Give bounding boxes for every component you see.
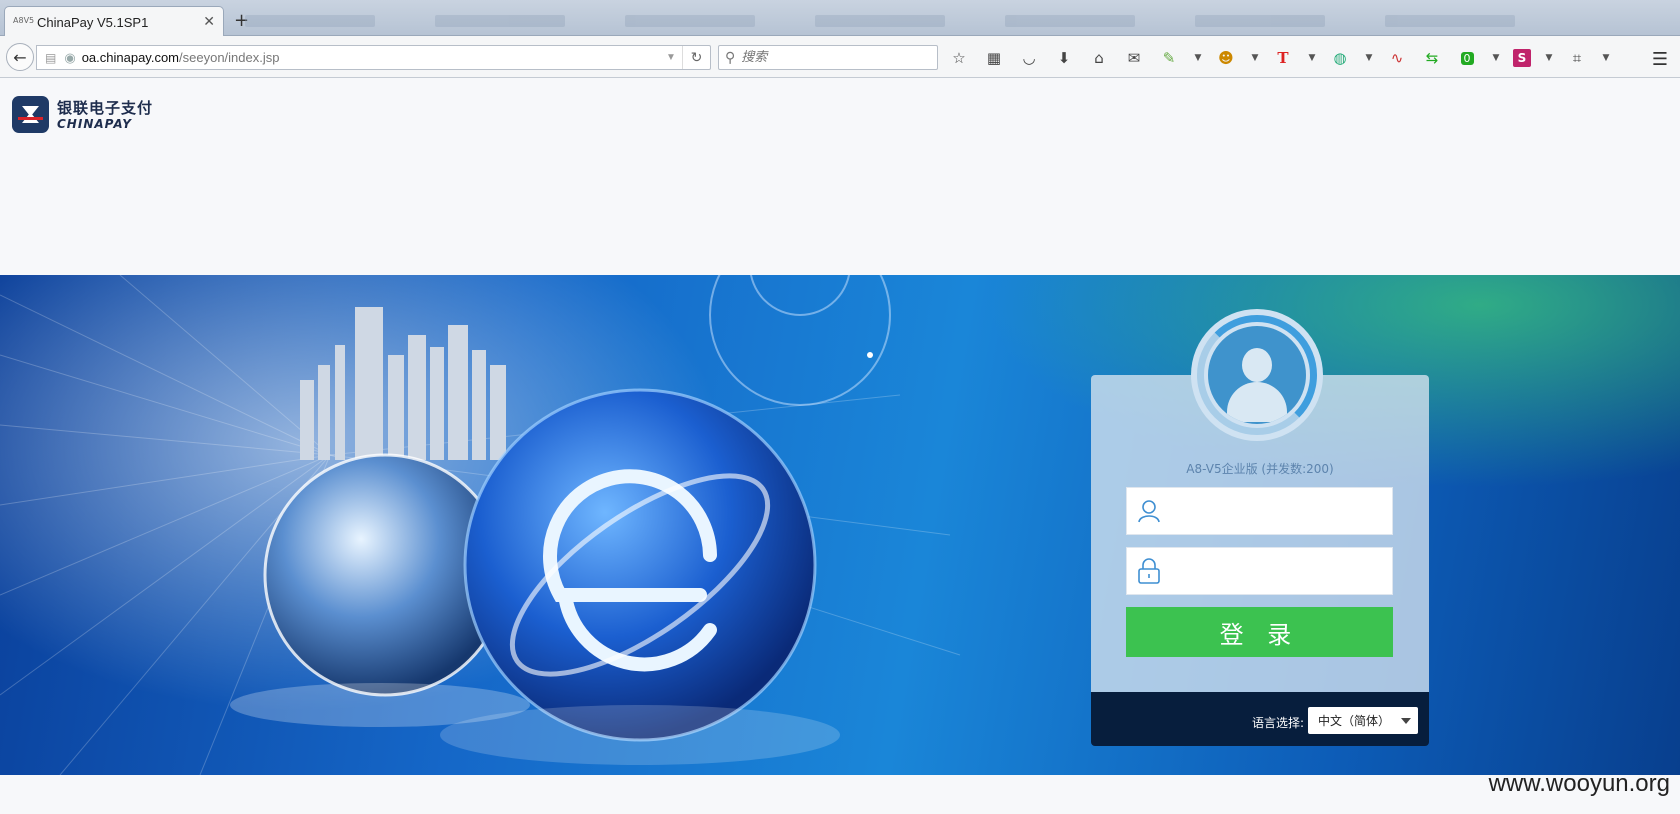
- home-icon[interactable]: ⌂: [1088, 47, 1110, 69]
- toolbar-icons: ☆ ▦ ◡ ⬇ ⌂ ✉ ✎ ▼ ☻ ▼ T ▼ ◍ ▼ ∿ ⇆ 0 ▼ S ▼ …: [948, 47, 1623, 69]
- language-selected: 中文（简体）: [1318, 714, 1391, 728]
- background-tab[interactable]: [1195, 15, 1325, 27]
- back-arrow-icon: ←: [13, 47, 27, 67]
- avatar-body: [1227, 382, 1287, 422]
- text-t-icon[interactable]: T: [1272, 47, 1294, 69]
- page-info-icon[interactable]: ▤: [45, 51, 56, 65]
- stats-icon[interactable]: ∿: [1386, 47, 1408, 69]
- lock-icon: [1127, 547, 1171, 595]
- reload-icon[interactable]: ↻: [682, 46, 710, 69]
- user-avatar-icon: [1191, 309, 1323, 441]
- history-dropdown-icon[interactable]: ▼: [660, 52, 682, 63]
- monkey-icon[interactable]: ☻: [1215, 47, 1237, 69]
- edition-label: A8-V5企业版 (并发数:200): [1186, 462, 1334, 476]
- background-tab[interactable]: [435, 15, 565, 27]
- text-dropdown-icon[interactable]: ▼: [1307, 47, 1317, 69]
- browser-nav-bar: ← ▤ ◉ oa.chinapay.com/seeyon/index.jsp ▼…: [0, 36, 1680, 78]
- background-tab[interactable]: [1005, 15, 1135, 27]
- browser-tab-bar: A8V5 ChinaPay V5.1SP1 ✕ +: [0, 0, 1680, 37]
- background-tabs: [245, 10, 1660, 30]
- background-tab[interactable]: [625, 15, 755, 27]
- chat-icon[interactable]: ✉: [1123, 47, 1145, 69]
- logo-mark-icon: [12, 96, 49, 133]
- search-icon: ⚲: [725, 49, 736, 66]
- logo-name-cn: 银联电子支付: [57, 98, 154, 117]
- address-bar[interactable]: ▤ ◉ oa.chinapay.com/seeyon/index.jsp ▼ ↻: [36, 45, 711, 70]
- back-button[interactable]: ←: [6, 43, 34, 71]
- password-field[interactable]: [1126, 547, 1393, 595]
- background-tab[interactable]: [245, 15, 375, 27]
- username-input[interactable]: [1171, 491, 1392, 531]
- counter-dropdown-icon[interactable]: ▼: [1491, 47, 1501, 69]
- search-input[interactable]: [741, 50, 922, 65]
- password-input[interactable]: [1171, 551, 1392, 591]
- s-icon[interactable]: S: [1513, 49, 1531, 67]
- language-label: 语言选择:: [1252, 716, 1305, 730]
- pocket-icon[interactable]: ◡: [1018, 47, 1040, 69]
- monkey-dropdown-icon[interactable]: ▼: [1250, 47, 1260, 69]
- addon-icon[interactable]: ✎: [1158, 47, 1180, 69]
- counter-badge: 0: [1460, 51, 1474, 65]
- url-text[interactable]: oa.chinapay.com/seeyon/index.jsp: [82, 50, 660, 65]
- addon-dropdown-icon[interactable]: ▼: [1193, 47, 1203, 69]
- hamburger-menu-icon[interactable]: ☰: [1652, 49, 1668, 70]
- globe-icon[interactable]: ◍: [1329, 47, 1351, 69]
- login-button[interactable]: 登 录: [1126, 607, 1393, 657]
- user-icon: [1127, 487, 1171, 535]
- page-favicon-icon: A8V5: [13, 16, 35, 25]
- logo-name-en: CHINAPAY: [57, 116, 132, 131]
- url-domain: oa.chinapay.com: [81, 50, 180, 65]
- s-dropdown-icon[interactable]: ▼: [1544, 47, 1554, 69]
- site-identity-icon[interactable]: ◉: [64, 50, 75, 66]
- chinapay-logo: 银联电子支付 CHINAPAY: [12, 96, 153, 133]
- tab-active[interactable]: A8V5 ChinaPay V5.1SP1 ✕: [4, 6, 224, 37]
- tab-title: ChinaPay V5.1SP1: [37, 14, 149, 30]
- counter-icon[interactable]: 0: [1456, 47, 1478, 69]
- username-field[interactable]: [1126, 487, 1393, 535]
- avatar-face: [1208, 326, 1306, 424]
- watermark: www.wooyun.org: [1488, 770, 1670, 797]
- background-tab[interactable]: [815, 15, 945, 27]
- globe-dropdown-icon[interactable]: ▼: [1364, 47, 1374, 69]
- search-bar[interactable]: ⚲: [718, 45, 938, 70]
- close-tab-icon[interactable]: ✕: [203, 14, 215, 30]
- avatar-head: [1242, 348, 1272, 382]
- crop-dropdown-icon[interactable]: ▼: [1601, 47, 1611, 69]
- language-select[interactable]: 中文（简体）: [1308, 707, 1418, 734]
- download-icon[interactable]: ⬇: [1053, 47, 1075, 69]
- bookmark-star-icon[interactable]: ☆: [948, 47, 970, 69]
- sync-icon[interactable]: ⇆: [1421, 47, 1443, 69]
- background-tab[interactable]: [1385, 15, 1515, 27]
- chevron-down-icon: [1401, 718, 1411, 724]
- crop-icon[interactable]: ⌗: [1566, 47, 1588, 69]
- url-path: /seeyon/index.jsp: [179, 50, 280, 65]
- reading-list-icon[interactable]: ▦: [983, 47, 1005, 69]
